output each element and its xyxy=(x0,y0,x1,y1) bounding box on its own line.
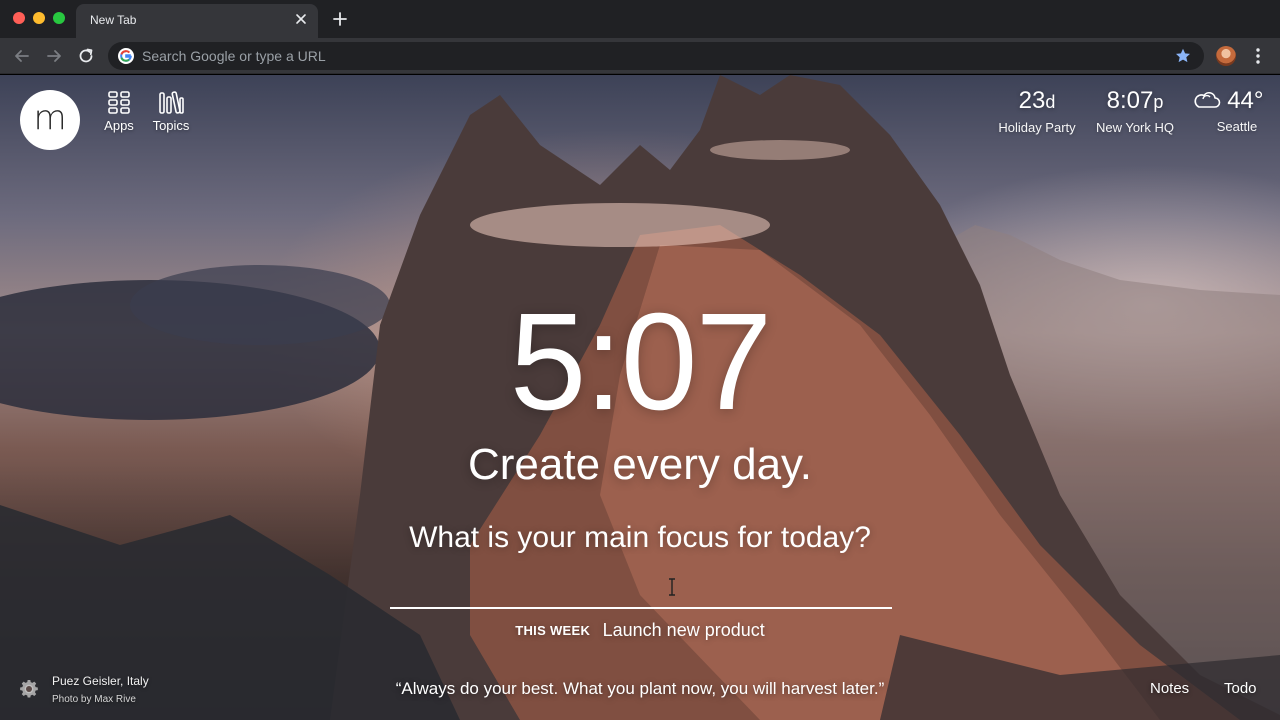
topics-bars-icon xyxy=(159,91,184,114)
browser-tab[interactable]: New Tab xyxy=(76,4,318,38)
focus-question: What is your main focus for today? xyxy=(409,521,871,554)
browser-toolbar xyxy=(0,38,1280,74)
omnibox-input[interactable] xyxy=(142,42,1142,70)
week-label: THIS WEEK xyxy=(515,623,591,638)
countdown-value: 23 xyxy=(1018,87,1046,114)
profile-avatar[interactable] xyxy=(1216,46,1236,66)
todo-button[interactable]: Todo xyxy=(1224,680,1257,697)
new-tab-page: m Apps Topics 23d Holiday Party 8:07p Ne… xyxy=(0,75,1280,720)
countdown-unit: d xyxy=(1045,92,1056,112)
cloud-icon xyxy=(1193,91,1220,108)
google-g-icon xyxy=(118,48,134,64)
forward-arrow-icon[interactable] xyxy=(44,46,64,66)
weather-location: Seattle xyxy=(1216,119,1258,134)
world-clock-unit: p xyxy=(1153,92,1164,112)
back-arrow-icon[interactable] xyxy=(12,46,32,66)
main-clock[interactable]: 5:07 xyxy=(0,293,1280,431)
world-clock-widget[interactable]: 8:07p New York HQ xyxy=(1092,87,1178,135)
momentum-logo[interactable]: m xyxy=(20,90,80,150)
topics-label: Topics xyxy=(152,118,190,133)
weather-temp: 44° xyxy=(1227,87,1264,114)
notes-button[interactable]: Notes xyxy=(1150,680,1189,697)
window-maximize-button[interactable] xyxy=(53,12,65,24)
window-close-button[interactable] xyxy=(13,12,25,24)
world-clock-value: 8:07 xyxy=(1106,87,1154,114)
countdown-label: Holiday Party xyxy=(998,120,1076,135)
focus-input[interactable] xyxy=(390,565,892,609)
topics-link[interactable]: Topics xyxy=(152,90,190,133)
close-icon[interactable] xyxy=(294,12,308,26)
window-minimize-button[interactable] xyxy=(33,12,45,24)
omnibox[interactable] xyxy=(108,42,1204,70)
apps-link[interactable]: Apps xyxy=(104,90,134,133)
daily-quote[interactable]: “Always do your best. What you plant now… xyxy=(0,679,1280,699)
reload-icon[interactable] xyxy=(76,46,96,66)
apps-label: Apps xyxy=(104,118,134,133)
weather-widget[interactable]: 44° Seattle xyxy=(1190,87,1266,134)
mantra[interactable]: Create every day. xyxy=(0,439,1280,491)
tab-bar: New Tab xyxy=(0,0,1280,38)
weekly-goal[interactable]: THIS WEEK Launch new product xyxy=(0,620,1280,641)
more-vert-icon[interactable] xyxy=(1250,47,1266,65)
bookmark-star-icon[interactable] xyxy=(1174,47,1192,65)
tab-title: New Tab xyxy=(90,13,137,27)
new-tab-plus-icon[interactable] xyxy=(332,11,348,27)
week-goal-text: Launch new product xyxy=(602,620,765,640)
world-clock-label: New York HQ xyxy=(1095,120,1175,135)
logo-letter: m xyxy=(33,98,67,138)
text-cursor-icon xyxy=(669,578,675,596)
apps-grid-icon xyxy=(108,91,130,114)
countdown-widget[interactable]: 23d Holiday Party xyxy=(996,87,1078,135)
